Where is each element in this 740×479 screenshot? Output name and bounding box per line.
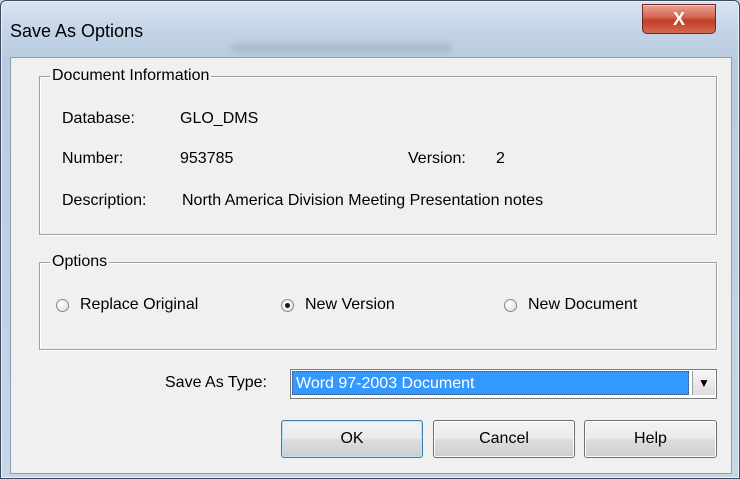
ok-button-label: OK [340,430,364,447]
document-information-legend: Document Information [50,66,212,86]
options-group: Options Replace Original New Version New… [39,252,717,350]
replace-original-label: Replace Original [80,296,199,313]
options-legend: Options [50,252,110,272]
document-information-group: Document Information Database: GLO_DMS N… [39,66,717,235]
database-label: Database: [62,110,135,127]
new-version-radio[interactable]: New Version [281,296,395,314]
version-value: 2 [496,150,505,167]
save-as-type-value: Word 97-2003 Document [292,371,689,395]
dialog-client-area: Document Information Database: GLO_DMS N… [10,57,732,474]
replace-original-radio[interactable]: Replace Original [56,296,198,314]
close-icon: X [672,8,685,29]
dropdown-arrow-button[interactable]: ▼ [692,371,715,395]
save-as-type-label: Save As Type: [165,374,267,391]
database-value: GLO_DMS [180,110,259,127]
description-label: Description: [62,192,147,209]
chevron-down-icon: ▼ [698,376,710,390]
new-document-label: New Document [528,296,638,313]
title-bar[interactable]: Save As Options X [1,1,739,57]
new-document-radio[interactable]: New Document [504,296,637,314]
version-label: Version: [408,150,466,167]
window-title: Save As Options [10,21,144,41]
description-value: North America Division Meeting Presentat… [182,192,544,209]
radio-circle-icon [504,298,517,312]
save-as-options-dialog: Save As Options X Document Information D… [0,0,740,479]
help-button[interactable]: Help [584,420,717,458]
cancel-button-label: Cancel [479,430,529,447]
number-value: 953785 [180,150,234,167]
radio-circle-icon [56,298,69,312]
background-window-ghost [231,43,451,53]
close-button[interactable]: X [642,4,716,34]
cancel-button[interactable]: Cancel [433,420,575,458]
help-button-label: Help [634,430,667,447]
number-label: Number: [62,150,124,167]
save-as-type-dropdown[interactable]: Word 97-2003 Document ▼ [290,369,717,399]
ok-button[interactable]: OK [281,420,423,458]
new-version-label: New Version [305,296,395,313]
radio-checked-icon [281,298,294,312]
